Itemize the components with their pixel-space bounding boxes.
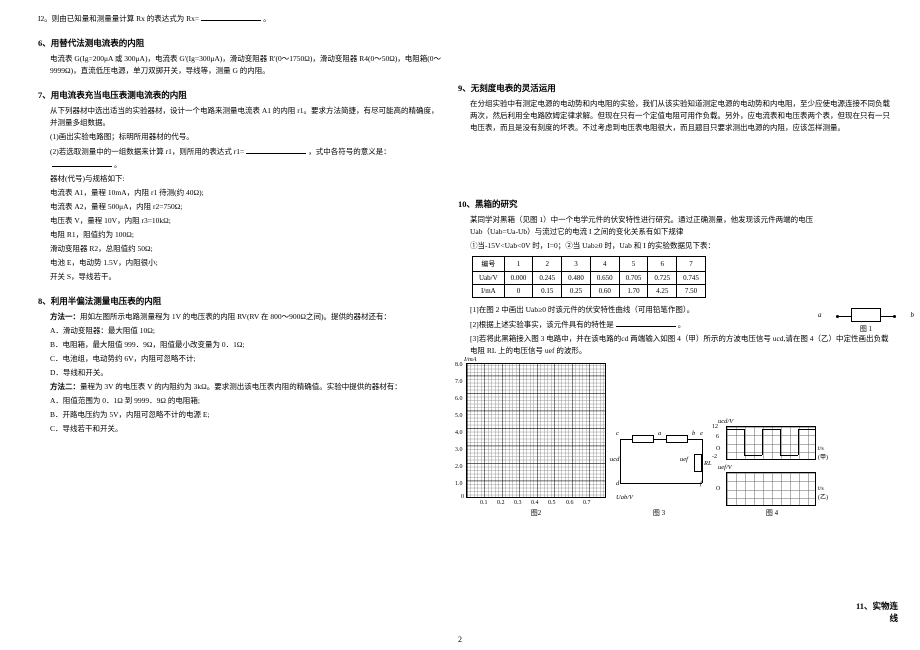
s7-item-5: 电池 E，电动势 1.5V，内阻很小; <box>50 257 442 269</box>
section6-title: 6、用替代法测电流表的内阻 <box>38 37 442 49</box>
panel-bottom <box>726 472 816 506</box>
node-dot-icon <box>893 315 896 318</box>
s7-item-6: 开关 S，导线若干。 <box>50 271 442 283</box>
figures-row: I/mA Uab/V 8.0 7.0 6.0 5.0 4.0 3.0 2.0 1… <box>458 363 892 518</box>
blank-meaning <box>52 158 112 167</box>
section10-rule1: ①当-15V<Uab<0V 时，I=0；②当 Uab≥0 时，Uab 和 I 的… <box>470 240 892 252</box>
row2-header: Uab/V <box>473 272 505 285</box>
m1-item-2: C．电池组，电动势约 6V，内阻可忽略不计; <box>50 353 442 365</box>
figure4-wrap: ucd/V 12 6 O -2 t/s (甲) uef/V O <box>712 426 832 518</box>
blackbox-icon <box>666 435 688 443</box>
task1: [1]在图 2 中画出 Uab≥0 时该元件的伏安特性曲线（可用铅笔作图）。 <box>470 304 892 316</box>
fig4-label: 图 4 <box>712 508 832 518</box>
m2-item-0: A．阻值范围为 0．1Ω 到 9999．9Ω 的电阻箱; <box>50 395 442 407</box>
row1-header: 编号 <box>473 257 505 272</box>
section9-title: 9、无刻度电表的灵活运用 <box>458 82 892 94</box>
section7-q2: (2)若选取测量中的一组数据来计算 r1，则所用的表达式 r1= ，式中各符号的意… <box>50 145 442 171</box>
y-axis-label: I/mA <box>464 356 477 363</box>
fig3-label: 图 3 <box>614 508 704 518</box>
figure3-wrap: c a b e RL d f ucd uef 图 3 <box>614 430 704 518</box>
m1-desc: 用如左图所示电路测量程为 1V 的电压表的内阻 RV(RV 在 800～900Ω… <box>80 312 391 321</box>
intro-text: I2。则由已知量和测量量计算 Rx 的表达式为 Rx= <box>38 14 199 23</box>
m2-label: 方法二： <box>50 382 80 391</box>
table-row: I/mA 0 0.15 0.25 0.60 1.70 4.25 7.50 <box>473 285 706 298</box>
blank-rx <box>201 12 261 21</box>
row3-header: I/mA <box>473 285 505 298</box>
q2-text-b: ，式中各符号的意义是： <box>308 147 391 156</box>
m1-item-1: B．电阻箱，最大阻值 999．9Ω，阻值最小改变量为 0．1Ω; <box>50 339 442 351</box>
s7-item-0: 电流表 A1，量程 10mA，内阻 r1 待测(约 40Ω); <box>50 187 442 199</box>
method1: 方法一：用如左图所示电路测量程为 1V 的电压表的内阻 RV(RV 在 800～… <box>50 311 442 323</box>
items-title: 器材(代号)与规格如下: <box>50 173 442 185</box>
node-dot-icon <box>836 315 839 318</box>
m2-item-2: C．导线若干和开关。 <box>50 423 442 435</box>
blank-property <box>616 318 676 327</box>
task3: [3]若将此黑箱接入图 3 电路中，并在该电路的cd 两端输入如图 4（甲）所示… <box>470 333 892 357</box>
method2: 方法二：量程为 3V 的电压表 V 的内阻约为 3kΩ。要求测出该电压表内阻的精… <box>50 381 442 393</box>
m1-item-3: D．导线和开关。 <box>50 367 442 379</box>
panel-top <box>726 426 816 460</box>
s7-item-4: 滑动变阻器 R2，总阻值约 50Ω; <box>50 243 442 255</box>
q2-text-c: 。 <box>114 160 122 169</box>
table-row: Uab/V 0.000 0.245 0.480 0.650 0.705 0.72… <box>473 272 706 285</box>
data-table: 编号 1 2 3 4 5 6 7 Uab/V 0.000 0.245 0.480… <box>472 256 706 298</box>
task2: [2]根据上述实验事实，该元件具有的特性是 。 <box>470 318 892 331</box>
section10-title: 10、黑箱的研究 <box>458 198 892 210</box>
fig2-label: 图2 <box>466 508 606 518</box>
intro-end: 。 <box>263 14 271 23</box>
intro-line: I2。则由已知量和测量量计算 Rx 的表达式为 Rx= 。 <box>38 12 442 25</box>
resistor-icon <box>632 435 654 443</box>
fig1-label: 图 1 <box>836 324 896 334</box>
section11-title: 11、实物连 线 <box>838 600 898 624</box>
task2-text: [2]根据上述实验事实，该元件具有的特性是 <box>470 320 614 329</box>
section7-intro: 从下列器材中选出适当的实验器材，设计一个电路来测量电流表 A1 的内阻 r1。要… <box>50 105 442 129</box>
task2-end: 。 <box>678 320 686 329</box>
figure4-graphs: ucd/V 12 6 O -2 t/s (甲) uef/V O <box>712 426 832 506</box>
q2-text-a: (2)若选取测量中的一组数据来计算 r1，则所用的表达式 r1= <box>50 147 244 156</box>
section7-title: 7、用电流表充当电压表测电流表的内阻 <box>38 89 442 101</box>
m1-label: 方法一： <box>50 312 80 321</box>
s7-item-3: 电阻 R1，阻值约为 100Ω; <box>50 229 442 241</box>
page-number: 2 <box>0 635 920 644</box>
blackbox-icon <box>851 308 881 322</box>
figure2-grid: I/mA Uab/V 8.0 7.0 6.0 5.0 4.0 3.0 2.0 1… <box>466 363 606 498</box>
s7-item-2: 电压表 V，量程 10V，内阻 r3=10kΩ; <box>50 215 442 227</box>
figure3-circuit: c a b e RL d f ucd uef <box>614 430 704 506</box>
figure2-wrap: I/mA Uab/V 8.0 7.0 6.0 5.0 4.0 3.0 2.0 1… <box>466 363 606 518</box>
figure1: a b 图 1 <box>836 308 896 334</box>
section8-title: 8、利用半偏法测量电压表的内阻 <box>38 295 442 307</box>
section10-intro: 某同学对黑箱（见图 1）中一个电学元件的伏安特性进行研究。通过正确测量，他发现该… <box>470 214 892 238</box>
blank-r1 <box>246 145 306 154</box>
section9-desc: 在分组实验中有测定电源的电动势和内电阻的实验，我们从该实验知道测定电源的电动势和… <box>470 98 892 134</box>
section7-q1: (1)画出实验电路图；标明所用器材的代号。 <box>50 131 442 143</box>
right-column: 9、无刻度电表的灵活运用 在分组实验中有测定电源的电动势和内电阻的实验，我们从该… <box>450 10 900 630</box>
left-column: I2。则由已知量和测量量计算 Rx 的表达式为 Rx= 。 6、用替代法测电流表的… <box>30 10 450 630</box>
m2-item-1: B．开路电压约为 5V，内阻可忽略不计的电源 E; <box>50 409 442 421</box>
m2-desc: 量程为 3V 的电压表 V 的内阻约为 3kΩ。要求测出该电压表内阻的精确值。实… <box>80 382 402 391</box>
s7-item-1: 电流表 A2，量程 500μA，内阻 r2=750Ω; <box>50 201 442 213</box>
section6-desc: 电流表 G(Ig=200μA 或 300μA)，电流表 G'(Ig=300μA)… <box>50 53 442 77</box>
rl-resistor-icon <box>694 454 702 472</box>
table-row: 编号 1 2 3 4 5 6 7 <box>473 257 706 272</box>
m1-item-0: A．滑动变阻器：最大阻值 10Ω; <box>50 325 442 337</box>
